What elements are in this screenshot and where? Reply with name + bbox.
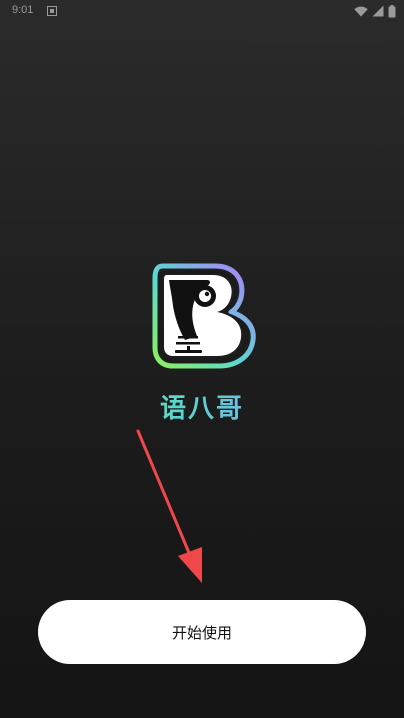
red-arrow-icon <box>136 429 202 583</box>
status-bar: 9:01 <box>0 0 404 24</box>
app-name: 语八哥 <box>0 388 404 425</box>
b-microphone-logo-icon <box>152 263 256 369</box>
notification-box-icon <box>47 6 57 16</box>
status-icons <box>354 4 396 18</box>
wifi-icon <box>354 6 368 16</box>
cellular-signal-icon <box>372 5 384 17</box>
battery-icon <box>388 4 396 17</box>
start-button[interactable]: 开始使用 <box>38 600 366 664</box>
status-time: 9:01 <box>12 4 34 16</box>
